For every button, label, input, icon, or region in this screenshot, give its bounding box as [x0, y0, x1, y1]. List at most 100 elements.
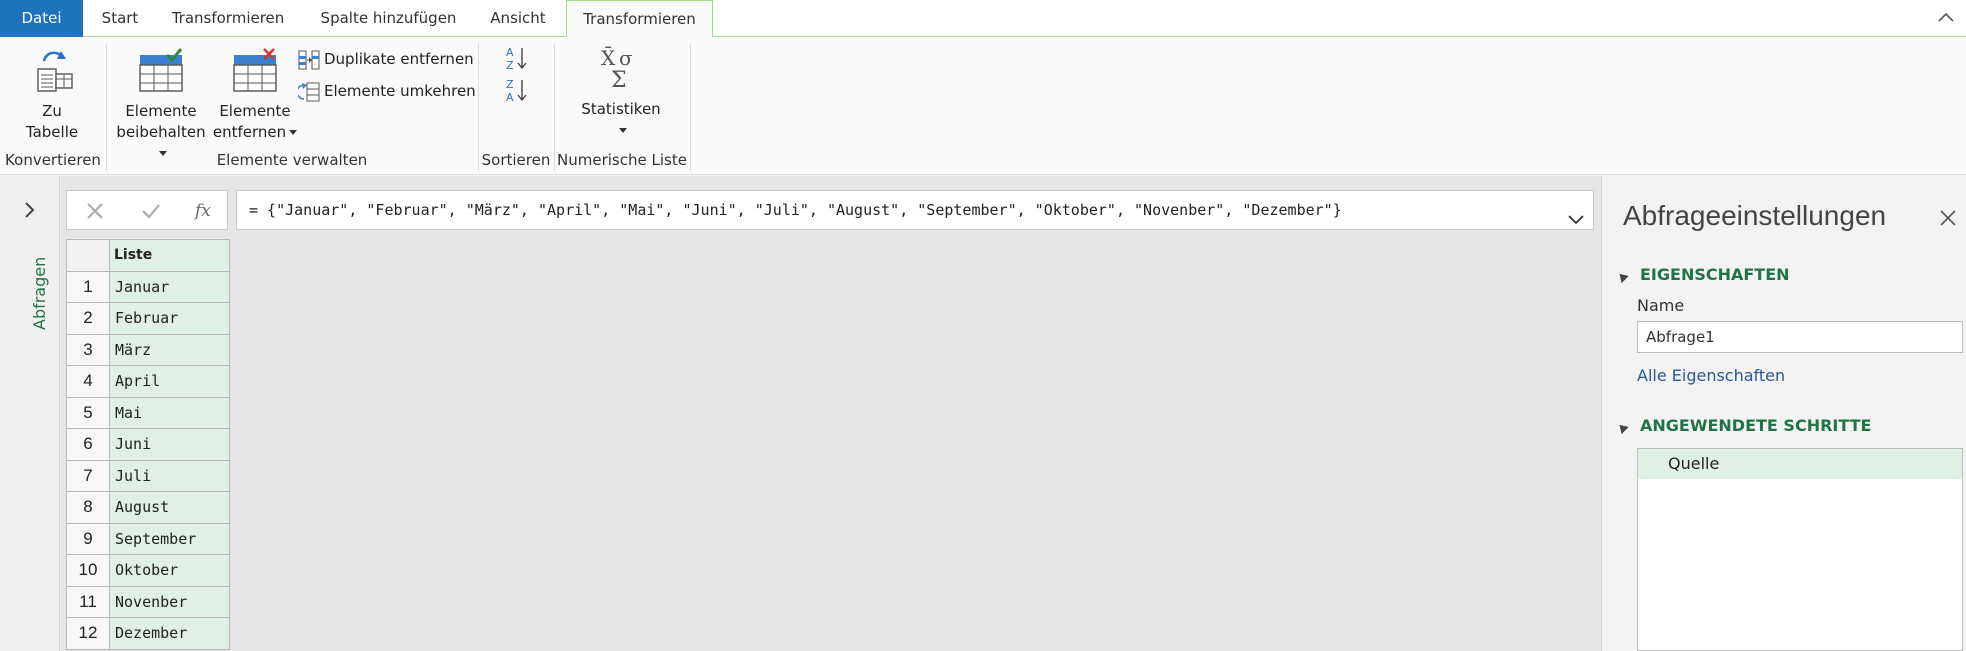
cell-value[interactable]: Januar	[109, 270, 230, 303]
row-number: 12	[66, 617, 110, 650]
cell-value[interactable]: März	[109, 333, 230, 366]
group-label-convert: Konvertieren	[5, 151, 101, 169]
row-number: 3	[66, 333, 110, 366]
all-properties-link[interactable]: Alle Eigenschaften	[1637, 366, 1785, 385]
formula-bar-buttons: fx	[66, 190, 228, 230]
table-row[interactable]: 9 September	[66, 522, 230, 555]
group-label-sort: Sortieren	[481, 151, 551, 169]
tab-add-column[interactable]: Spalte hinzufügen	[316, 0, 461, 37]
to-table-label-2: Tabelle	[25, 123, 79, 141]
row-number: 5	[66, 396, 110, 429]
keep-items-icon	[139, 48, 183, 92]
table-row[interactable]: 5 Mai	[66, 396, 230, 429]
expand-queries-icon[interactable]	[22, 200, 38, 224]
grid-corner[interactable]	[66, 239, 110, 272]
table-row[interactable]: 10 Oktober	[66, 554, 230, 587]
formula-bar-input[interactable]: = {"Januar", "Februar", "März", "April",…	[236, 190, 1594, 230]
svg-text:σ: σ	[619, 46, 633, 70]
ribbon-tab-bar: Datei Start Transformieren Spalte hinzuf…	[0, 0, 1966, 38]
sort-ascending-icon: A Z	[506, 46, 527, 72]
reverse-items-label: Elemente umkehren	[324, 82, 476, 100]
properties-section-header[interactable]: EIGENSCHAFTEN	[1615, 265, 1790, 284]
cancel-icon[interactable]	[83, 199, 107, 227]
group-label-manage-items: Elemente verwalten	[216, 151, 368, 169]
cell-value[interactable]: August	[109, 491, 230, 524]
table-row[interactable]: 12 Dezember	[66, 617, 230, 650]
row-number: 8	[66, 491, 110, 524]
ribbon-separator	[690, 43, 691, 171]
row-number: 4	[66, 365, 110, 398]
table-row[interactable]: 1 Januar	[66, 270, 230, 303]
to-table-label-1: Zu	[42, 102, 62, 120]
cell-value[interactable]: Juni	[109, 428, 230, 461]
data-grid: Liste 1 Januar 2 Februar 3 März 4 April 5 Mai…	[66, 239, 230, 650]
collapse-ribbon-icon[interactable]	[1936, 8, 1956, 28]
reverse-items-icon	[296, 82, 320, 101]
svg-text:A: A	[506, 46, 514, 59]
statistics-button[interactable]: X̄ σ Σ Statistiken	[576, 45, 666, 141]
query-settings-title: Abfrageeinstellungen	[1623, 200, 1887, 231]
close-icon[interactable]	[1939, 209, 1957, 231]
tab-transform-list-tools[interactable]: Transformieren	[566, 0, 713, 38]
to-table-button[interactable]: Zu Tabelle	[10, 47, 94, 143]
table-row[interactable]: 4 April	[66, 365, 230, 398]
svg-text:A: A	[506, 91, 514, 103]
to-table-icon	[37, 51, 73, 92]
queries-pane-collapsed	[0, 176, 60, 651]
cell-value[interactable]: Oktober	[109, 554, 230, 587]
applied-step-item[interactable]: Quelle	[1638, 449, 1962, 479]
remove-duplicates-icon	[298, 50, 320, 69]
row-number: 10	[66, 554, 110, 587]
row-number: 7	[66, 459, 110, 492]
svg-text:fx: fx	[193, 201, 211, 221]
cell-value[interactable]: Novenber	[109, 585, 230, 618]
sort-descending-icon: Z A	[506, 78, 527, 104]
remove-items-label-2: entfernen	[210, 122, 300, 143]
table-row[interactable]: 8 August	[66, 491, 230, 524]
remove-duplicates-label: Duplikate entfernen	[324, 50, 474, 68]
sort-descending-button[interactable]: Z A	[505, 77, 533, 104]
row-number: 11	[66, 585, 110, 618]
cell-value[interactable]: September	[109, 522, 230, 555]
queries-pane-label[interactable]: Abfragen	[30, 257, 49, 330]
tab-transform[interactable]: Transformieren	[168, 0, 288, 37]
svg-text:Z: Z	[506, 59, 514, 71]
applied-steps-section-header[interactable]: ANGEWENDETE SCHRITTE	[1615, 416, 1871, 435]
cell-value[interactable]: Mai	[109, 396, 230, 429]
reverse-items-button[interactable]: Elemente umkehren	[296, 79, 476, 103]
statistics-label: Statistiken	[581, 100, 661, 118]
cell-value[interactable]: April	[109, 365, 230, 398]
confirm-icon[interactable]	[139, 199, 163, 227]
fx-icon[interactable]: fx	[193, 197, 219, 227]
cell-value[interactable]: Dezember	[109, 617, 230, 650]
statistics-icon: X̄ σ Σ	[601, 45, 633, 93]
query-name-input[interactable]	[1637, 321, 1963, 353]
collapse-triangle-icon	[1615, 269, 1629, 283]
tab-start[interactable]: Start	[100, 0, 140, 37]
dropdown-arrow-icon	[289, 130, 298, 135]
keep-items-button[interactable]: Elemente beibehalten	[112, 47, 210, 164]
tab-file[interactable]: Datei	[0, 0, 83, 37]
remove-items-label-1: Elemente	[219, 102, 291, 120]
cell-value[interactable]: Juli	[109, 459, 230, 492]
row-number: 1	[66, 270, 110, 303]
cell-value[interactable]: Februar	[109, 302, 230, 335]
sort-ascending-button[interactable]: A Z	[505, 45, 533, 72]
table-row[interactable]: 11 Novenber	[66, 585, 230, 618]
group-label-numeric-list: Numerische Liste	[557, 151, 687, 169]
formula-text: = {"Januar", "Februar", "März", "April",…	[249, 201, 1342, 219]
table-row[interactable]: 2 Februar	[66, 302, 230, 335]
tab-view[interactable]: Ansicht	[488, 0, 548, 37]
remove-items-button[interactable]: Elemente entfernen	[210, 47, 300, 143]
chevron-down-icon[interactable]	[1567, 203, 1585, 229]
remove-duplicates-button[interactable]: Duplikate entfernen	[298, 47, 474, 71]
row-number: 2	[66, 302, 110, 335]
keep-items-label-1: Elemente	[125, 102, 197, 120]
data-preview-area	[61, 176, 1601, 651]
table-row[interactable]: 6 Juni	[66, 428, 230, 461]
table-row[interactable]: 3 März	[66, 333, 230, 366]
column-header-liste[interactable]: Liste	[109, 239, 230, 272]
svg-text:Σ: Σ	[611, 68, 627, 93]
svg-text:X̄: X̄	[601, 45, 616, 70]
table-row[interactable]: 7 Juli	[66, 459, 230, 492]
